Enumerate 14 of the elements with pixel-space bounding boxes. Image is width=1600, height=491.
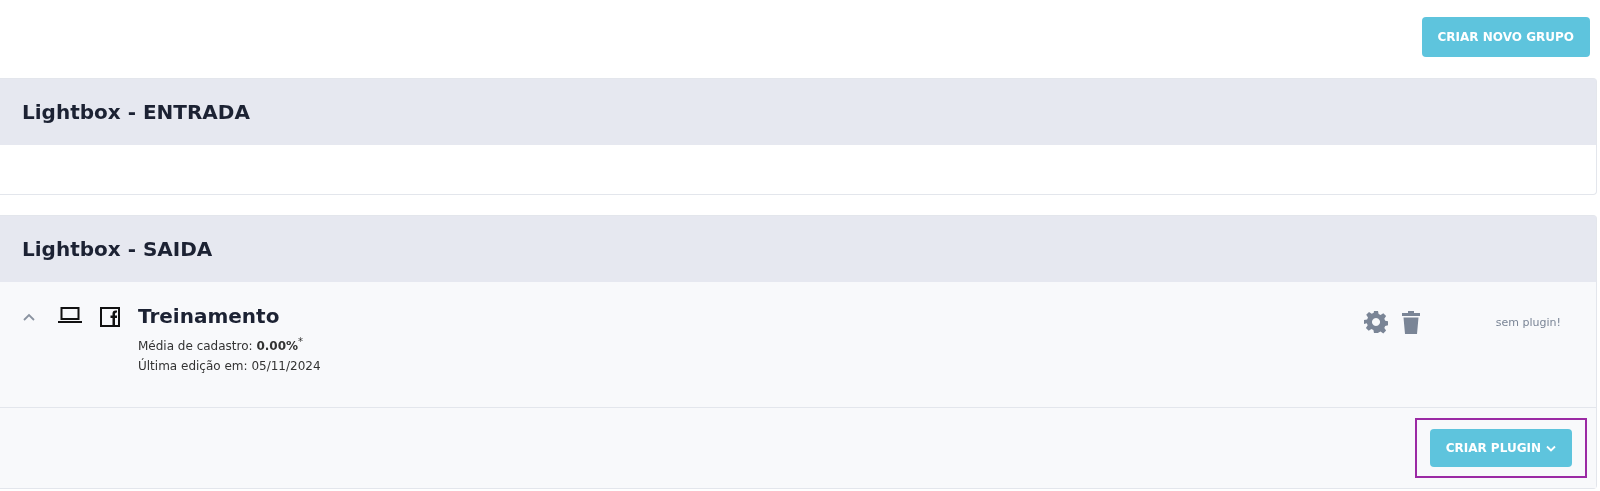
plugin-status: sem plugin! bbox=[1495, 315, 1561, 329]
chevron-icon[interactable] bbox=[22, 312, 36, 322]
trash-icon[interactable] bbox=[1401, 310, 1420, 334]
caret-icon bbox=[1546, 444, 1556, 452]
create-plugin-button[interactable]: CRIAR PLUGIN bbox=[1429, 429, 1572, 467]
facebook-icon bbox=[100, 307, 120, 327]
settings-icon[interactable] bbox=[1363, 310, 1388, 334]
create-group-button[interactable]: CRIAR NOVO GRUPO bbox=[1421, 17, 1590, 57]
group-title: Lightbox - SAIDA bbox=[22, 237, 213, 261]
item-name: Treinamento bbox=[138, 304, 281, 328]
edited-date: Última edição em: 05/11/2024 bbox=[138, 357, 321, 375]
average-text: Média de cadastro: 0.00%$^{*}$ bbox=[138, 335, 305, 355]
laptop-icon bbox=[58, 307, 82, 323]
group-title: Lightbox - ENTRADA bbox=[22, 100, 250, 124]
